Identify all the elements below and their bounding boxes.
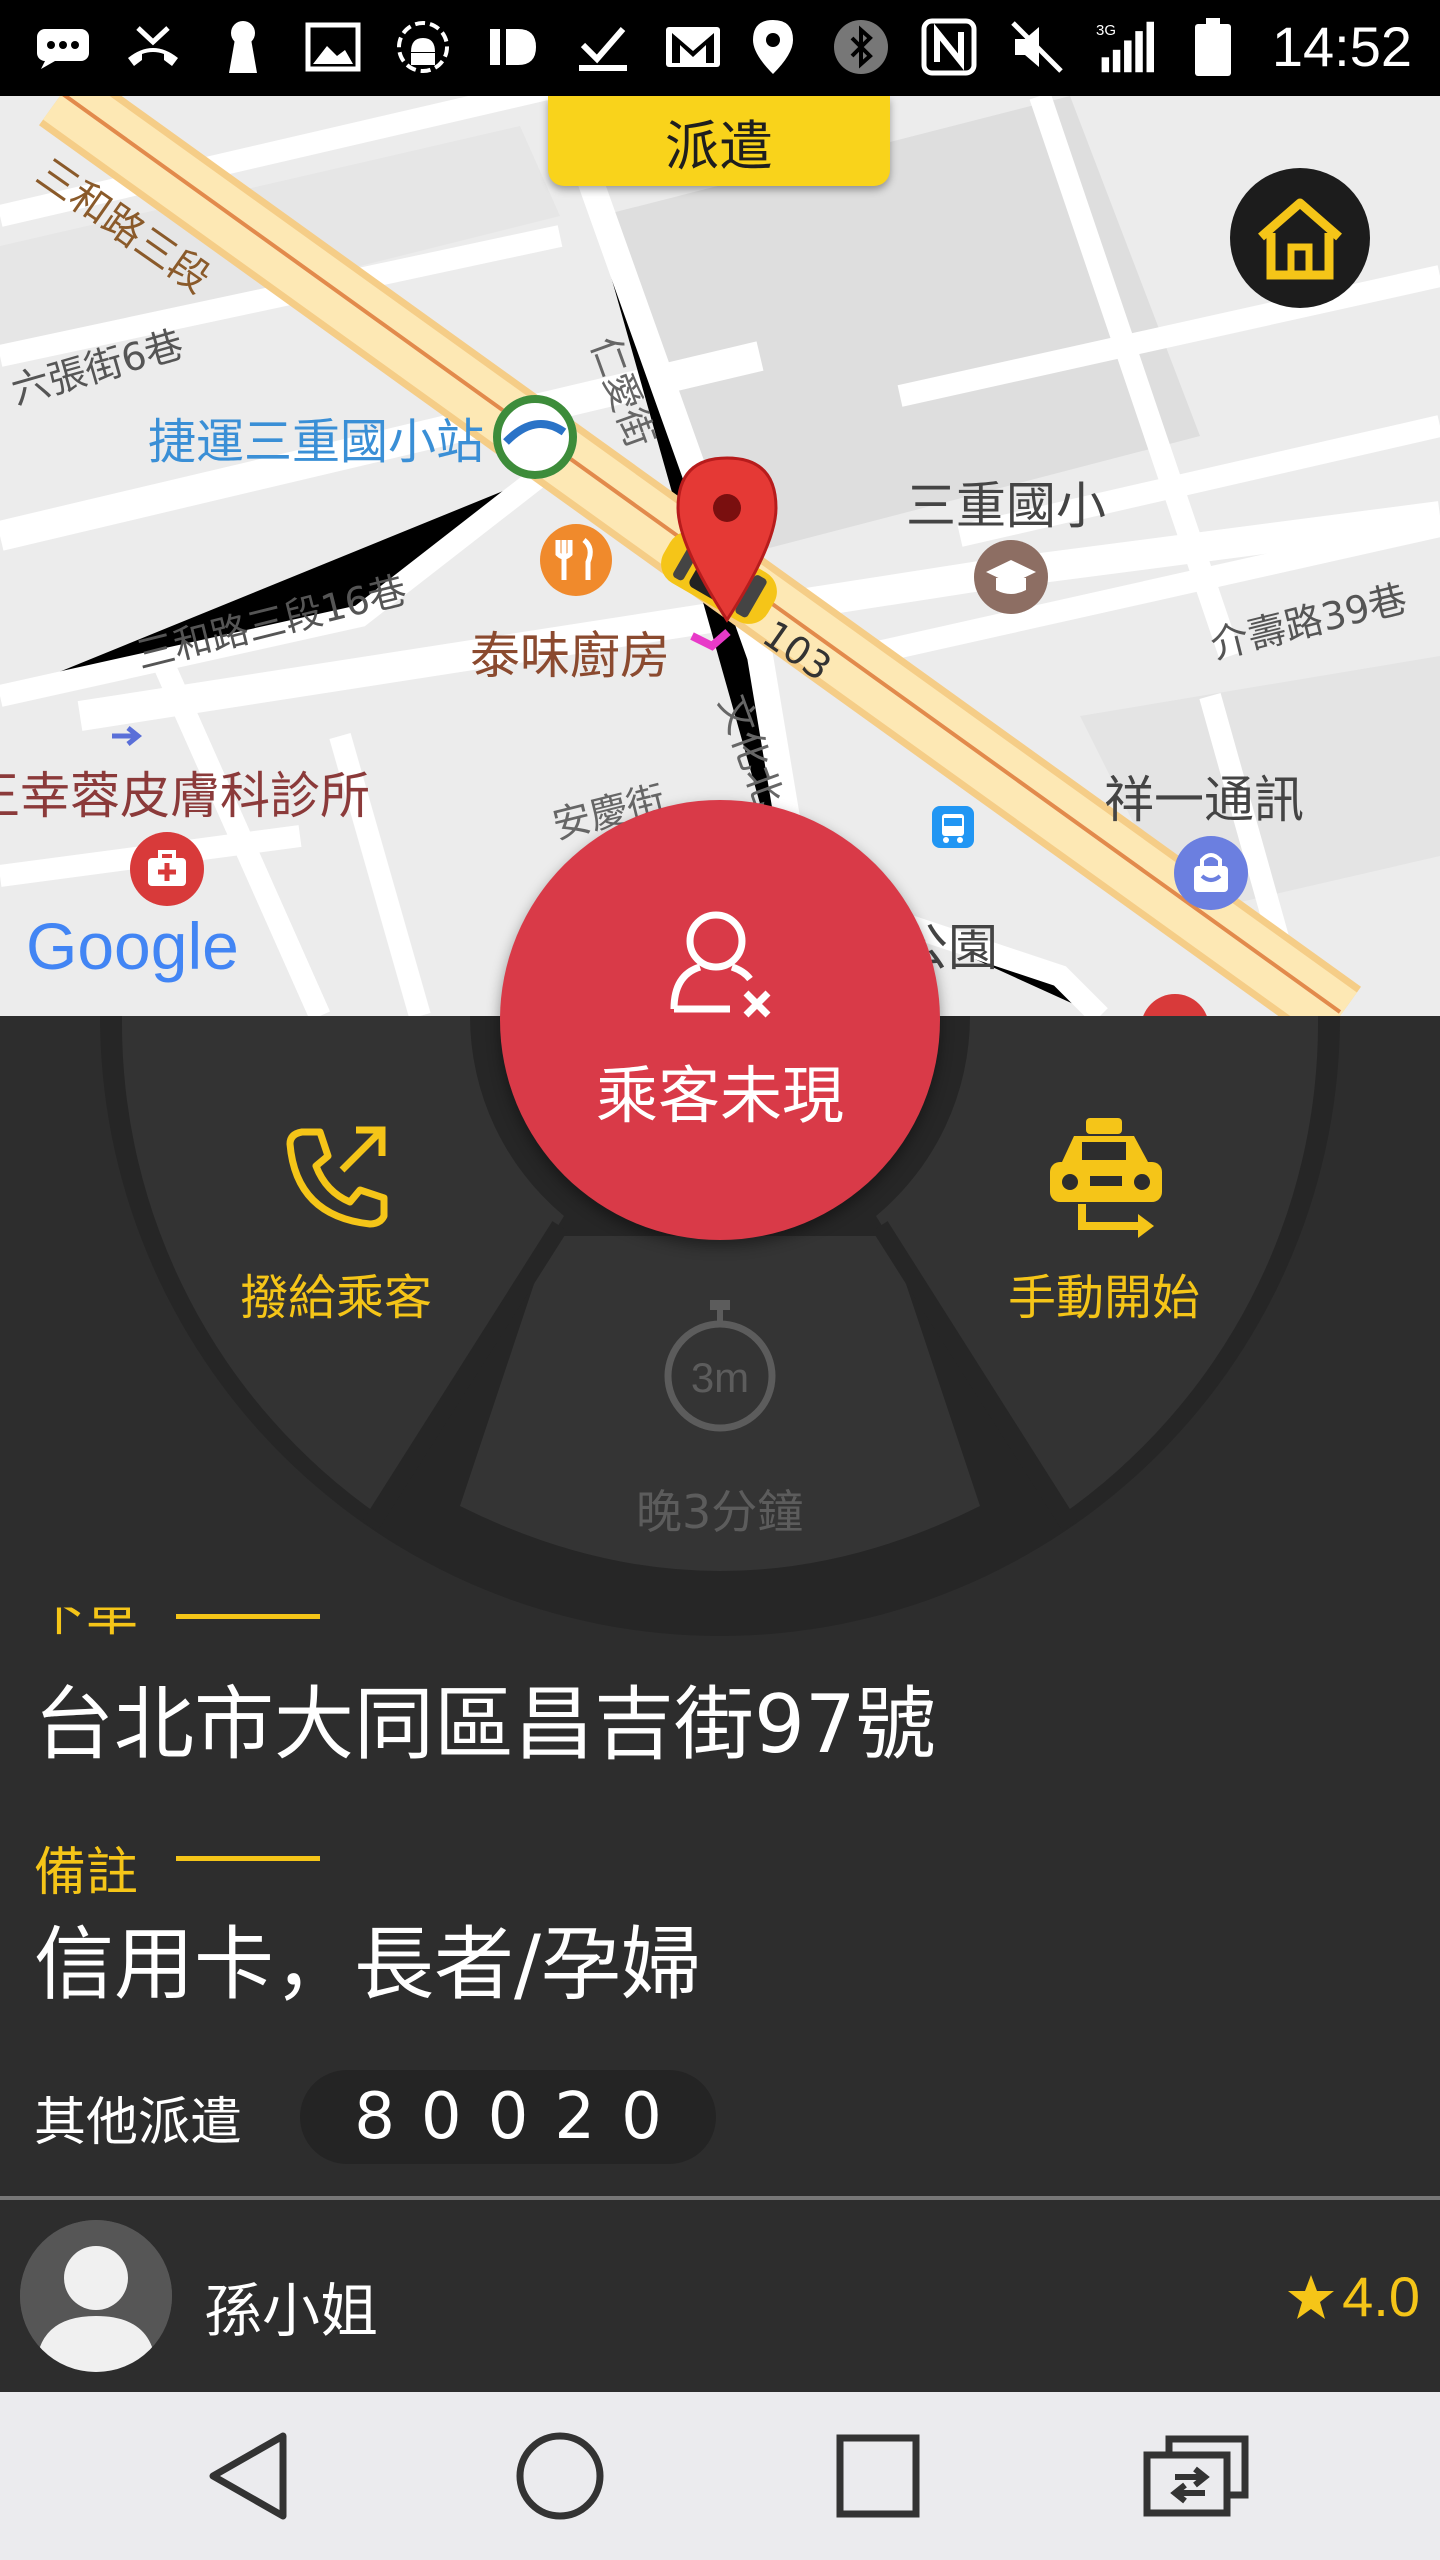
signal-3g-icon: 3G [1096,18,1154,76]
status-bar: 3G 14:52 [0,0,1440,96]
customer-rating: 4.0 [1286,2264,1420,2329]
late-badge-text: 3m [691,1354,749,1401]
message-icon [34,18,92,76]
home-nav-button[interactable] [500,2416,620,2536]
image-icon [304,18,362,76]
switch-window-icon [1143,2435,1249,2517]
gmail-icon [664,18,722,76]
other-dispatch-code[interactable]: 80020 [300,2070,716,2164]
manual-start-button[interactable]: 手動開始 [990,1116,1250,1356]
late-3min-button[interactable]: 3m 晚3分鐘 [600,1296,840,1539]
google-logo: Google [26,909,239,983]
keyhole-icon [214,18,272,76]
other-dispatch-label: 其他派遣 [34,2093,243,2153]
customer-row[interactable]: 孫小姐 4.0 [0,2200,1440,2392]
dual-window-button[interactable] [1136,2416,1256,2536]
dropoff-address: 台北市大同區昌吉街97號 [34,1678,936,1771]
user-remove-icon [670,911,771,1018]
map-label-clinic: 王幸蓉皮膚科診所 [0,767,370,825]
phone-outgoing-icon [286,1126,388,1228]
taxi-start-icon [1050,1118,1162,1238]
map-label-mrt-station: 捷運三重國小站 [148,414,485,470]
passenger-no-show-label: 乘客未現 [595,1059,844,1132]
nfc-icon [920,18,978,76]
home-circle-icon [516,2432,604,2520]
call-passenger-label: 撥給乘客 [240,1270,433,1326]
trip-note: 信用卡，長者/孕婦 [34,1918,701,2011]
system-nav-bar [0,2392,1440,2560]
star-icon [1288,2274,1335,2319]
customer-name: 孫小姐 [204,2277,379,2345]
recents-button[interactable] [818,2416,938,2536]
map-label-shop: 祥一通訊 [1104,771,1304,829]
mute-icon [1008,18,1066,76]
back-triangle-icon [209,2432,287,2520]
back-button[interactable] [188,2416,308,2536]
bluetooth-icon [832,18,890,76]
clock: 14:52 [1271,15,1412,78]
passenger-no-show-button[interactable]: 乘客未現 [500,800,940,1240]
home-button[interactable] [1230,168,1370,308]
recents-square-icon [836,2434,920,2518]
note-label: 備註 [34,1843,139,1903]
user-avatar-icon [20,2220,172,2372]
missed-call-icon [124,18,182,76]
dispatch-tab[interactable]: 派遣 [548,96,890,186]
location-icon [744,18,802,76]
rating-value: 4.0 [1342,2265,1420,2328]
android-debug-icon [394,18,452,76]
map-label-school: 三重國小 [906,477,1106,535]
dropoff-underline [176,1614,320,1619]
id-icon [484,18,542,76]
late-3min-label: 晚3分鐘 [636,1485,804,1539]
note-underline [176,1856,320,1861]
stopwatch-icon: 3m [664,1300,776,1432]
avatar [20,2220,172,2372]
call-passenger-button[interactable]: 撥給乘客 [210,1116,470,1356]
manual-start-label: 手動開始 [1008,1270,1201,1326]
svg-text:3G: 3G [1096,21,1116,38]
check-icon [574,18,632,76]
home-icon [1258,198,1342,280]
battery-icon [1184,17,1242,76]
